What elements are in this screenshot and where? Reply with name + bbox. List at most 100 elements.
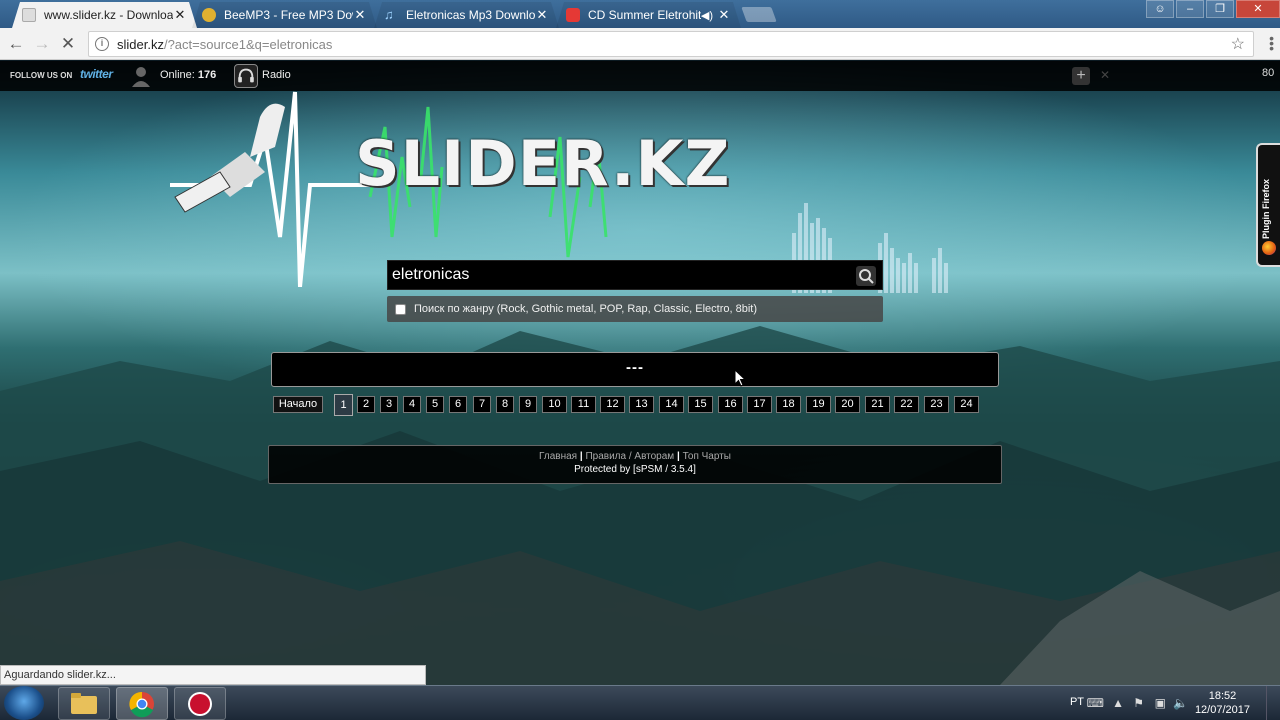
mouse-cursor-icon — [734, 369, 746, 387]
page-button-13[interactable]: 13 — [629, 396, 654, 413]
tab-beemp3[interactable]: BeeMP3 - Free MP3 Dow ✕ — [192, 2, 377, 28]
page-start-button[interactable]: Начало — [273, 396, 323, 413]
genre-search-option[interactable]: Поиск по жанру (Rock, Gothic metal, POP,… — [387, 296, 883, 322]
user-icon — [132, 67, 150, 87]
page-button-2[interactable]: 2 — [357, 396, 375, 413]
search-icon[interactable] — [856, 266, 876, 286]
footer-protected: Protected by [sPSM / 3.5.4] — [574, 464, 696, 475]
record-icon — [188, 692, 212, 716]
explorer-taskbar-button[interactable] — [58, 687, 110, 720]
close-window-button[interactable]: ✕ — [1236, 0, 1280, 18]
page-icon — [22, 8, 36, 22]
page-button-3[interactable]: 3 — [380, 396, 398, 413]
plugin-firefox-tab[interactable]: Plugin Firefox — [1256, 143, 1280, 267]
page-button-17[interactable]: 17 — [747, 396, 772, 413]
page-button-24[interactable]: 24 — [954, 396, 979, 413]
bee-icon — [202, 8, 216, 22]
search-box[interactable]: eletronicas — [387, 260, 883, 290]
window-controls: ☺ – ❐ ✕ — [1144, 0, 1280, 18]
footer-separator: | — [676, 451, 680, 462]
online-label: Online: — [160, 69, 195, 81]
online-counter: Online: 176 — [160, 69, 216, 81]
page-button-1[interactable]: 1 — [334, 394, 353, 416]
bookmark-star-icon[interactable]: ☆ — [1231, 34, 1245, 54]
footer-link-rules[interactable]: Правила / Авторам — [585, 451, 674, 462]
page-button-9[interactable]: 9 — [519, 396, 537, 413]
page-button-23[interactable]: 23 — [924, 396, 949, 413]
music-note-icon: ♫ — [384, 7, 394, 22]
page-button-5[interactable]: 5 — [426, 396, 444, 413]
recorder-taskbar-button[interactable] — [174, 687, 226, 720]
chrome-taskbar-button[interactable] — [116, 687, 168, 720]
new-tab-button[interactable] — [741, 7, 777, 22]
page-button-7[interactable]: 7 — [473, 396, 491, 413]
twitter-link[interactable]: twitter — [80, 67, 113, 81]
close-icon[interactable]: ✕ — [1100, 68, 1110, 82]
page-button-21[interactable]: 21 — [865, 396, 890, 413]
page-button-18[interactable]: 18 — [776, 396, 801, 413]
page-button-4[interactable]: 4 — [403, 396, 421, 413]
windows-start-icon[interactable] — [4, 686, 44, 720]
tab-title: BeeMP3 - Free MP3 Dow — [224, 8, 353, 22]
page-button-20[interactable]: 20 — [835, 396, 860, 413]
speaker-icon: ◀) — [700, 9, 713, 22]
follow-label: FOLLOW US ON — [10, 71, 73, 80]
address-bar[interactable]: i slider.kz/?act=source1&q=eletronicas ☆ — [88, 31, 1254, 57]
results-box: --- — [271, 352, 999, 387]
show-desktop-button[interactable] — [1266, 686, 1280, 720]
site-footer: Главная | Правила / Авторам | Топ Чарты … — [268, 445, 1002, 484]
page-content: FOLLOW US ON twitter Online: 176 Radio +… — [0, 61, 1280, 685]
search-input[interactable]: eletronicas — [392, 266, 469, 284]
back-icon[interactable]: ← — [6, 34, 26, 54]
show-hidden-icons-icon[interactable]: ▲ — [1112, 696, 1124, 710]
system-tray: PT ⌨ ▲ ⚑ ▣ 🔈 18:52 12/07/2017 — [1040, 686, 1280, 720]
user-icon[interactable]: ☺ — [1146, 0, 1174, 18]
top-right-number: 80 — [1262, 67, 1275, 79]
close-tab-icon[interactable]: ✕ — [353, 7, 367, 23]
page-button-12[interactable]: 12 — [600, 396, 625, 413]
page-button-16[interactable]: 16 — [718, 396, 743, 413]
page-button-6[interactable]: 6 — [449, 396, 467, 413]
menu-icon[interactable]: • • • — [1269, 31, 1274, 55]
footer-separator: | — [579, 451, 583, 462]
page-button-22[interactable]: 22 — [894, 396, 919, 413]
flag-icon[interactable]: ⚑ — [1133, 696, 1144, 710]
page-button-15[interactable]: 15 — [688, 396, 713, 413]
page-button-10[interactable]: 10 — [542, 396, 567, 413]
site-logo-text: SLIDER.KZ — [355, 127, 731, 200]
windows-taskbar: PT ⌨ ▲ ⚑ ▣ 🔈 18:52 12/07/2017 — [0, 685, 1280, 720]
tab-youtube[interactable]: CD Summer Eletrohits ◀) ✕ — [556, 2, 741, 28]
tab-slider[interactable]: www.slider.kz - Downloa ✕ — [12, 2, 197, 28]
system-clock[interactable]: 18:52 12/07/2017 — [1195, 689, 1250, 717]
genre-checkbox[interactable] — [395, 303, 406, 315]
plus-icon[interactable]: + — [1072, 67, 1090, 85]
tab-strip: www.slider.kz - Downloa ✕ BeeMP3 - Free … — [0, 0, 1280, 28]
stop-loading-icon[interactable]: ✕ — [58, 34, 78, 54]
tab-title: CD Summer Eletrohits — [588, 8, 701, 22]
page-button-8[interactable]: 8 — [496, 396, 514, 413]
language-indicator[interactable]: PT — [1070, 696, 1084, 708]
headphones-icon[interactable] — [234, 64, 258, 88]
plugin-label: Plugin Firefox — [1261, 178, 1271, 239]
page-button-14[interactable]: 14 — [659, 396, 684, 413]
tab-eletronicas[interactable]: ♫ Eletronicas Mp3 Downlo ✕ — [374, 2, 559, 28]
radio-link[interactable]: Radio — [262, 69, 291, 81]
page-button-19[interactable]: 19 — [806, 396, 831, 413]
volume-icon[interactable]: 🔈 — [1173, 696, 1188, 710]
close-tab-icon[interactable]: ✕ — [535, 7, 549, 23]
browser-toolbar: ← → ✕ i slider.kz/?act=source1&q=eletron… — [0, 28, 1280, 60]
network-icon[interactable]: ▣ — [1155, 696, 1166, 710]
footer-link-home[interactable]: Главная — [539, 451, 577, 462]
forward-icon[interactable]: → — [32, 34, 52, 54]
close-tab-icon[interactable]: ✕ — [173, 7, 187, 23]
maximize-button[interactable]: ❐ — [1206, 0, 1234, 18]
chrome-icon — [129, 691, 154, 718]
keyboard-icon[interactable]: ⌨ — [1087, 696, 1104, 710]
minimize-button[interactable]: – — [1176, 0, 1204, 18]
footer-links: Главная | Правила / Авторам | Топ Чарты — [269, 451, 1001, 462]
footer-link-charts[interactable]: Топ Чарты — [683, 451, 731, 462]
youtube-icon — [566, 8, 580, 22]
info-icon[interactable]: i — [95, 37, 109, 51]
close-tab-icon[interactable]: ✕ — [717, 7, 731, 23]
page-button-11[interactable]: 11 — [571, 396, 596, 413]
